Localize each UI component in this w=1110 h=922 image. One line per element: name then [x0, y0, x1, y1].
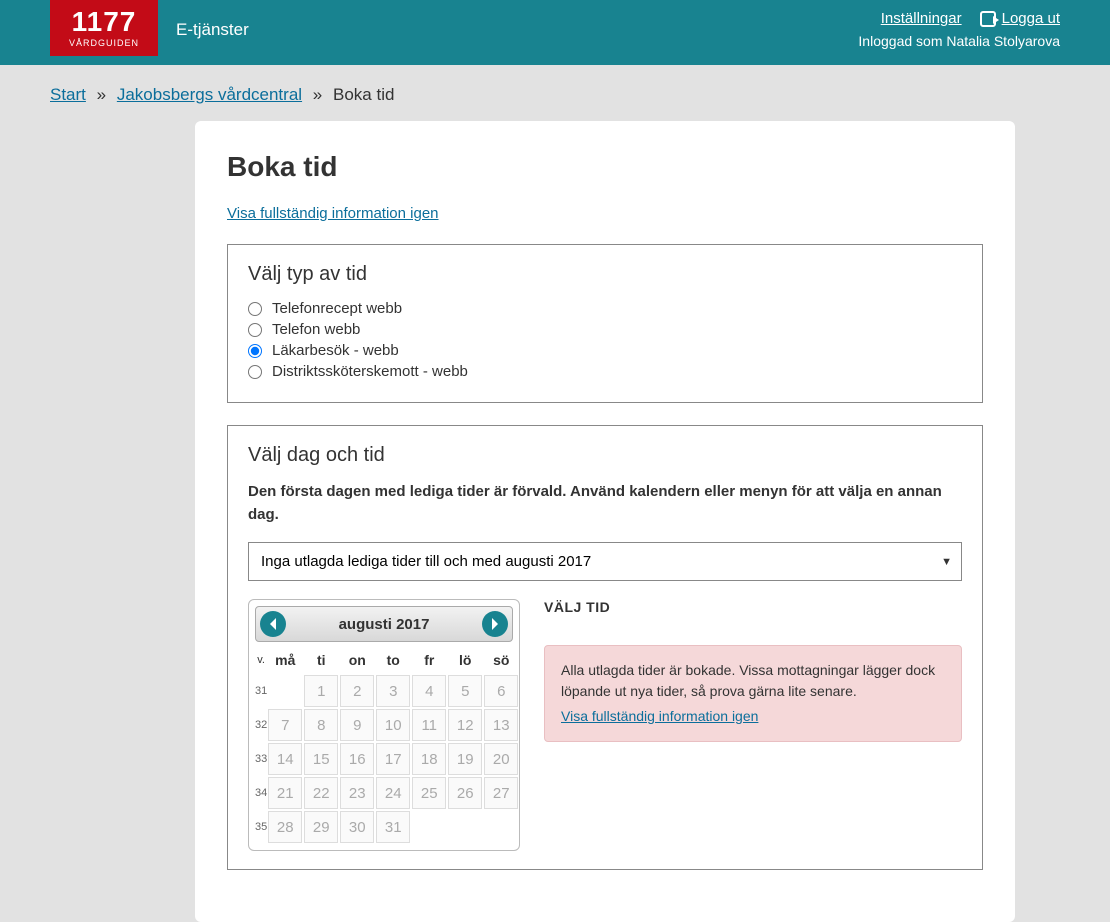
calendar-day[interactable]: 14	[268, 743, 302, 775]
calendar-week-number: 32	[255, 708, 267, 742]
calendar-day[interactable]: 6	[484, 675, 518, 707]
calendar-day	[484, 811, 518, 843]
calendar: augusti 2017 v.måtiontofrlösö 3112345632…	[248, 599, 520, 851]
show-full-info-link[interactable]: Visa fullständig information igen	[227, 205, 439, 222]
calendar-day[interactable]: 7	[268, 709, 302, 741]
settings-link[interactable]: Inställningar	[881, 10, 962, 27]
calendar-day[interactable]: 22	[304, 777, 338, 809]
appointment-type-radio[interactable]	[248, 302, 262, 316]
logout-icon	[980, 11, 996, 27]
calendar-day	[268, 675, 302, 707]
breadcrumb-center[interactable]: Jakobsbergs vårdcentral	[117, 85, 302, 104]
calendar-day[interactable]: 31	[376, 811, 410, 843]
appointment-type-radio[interactable]	[248, 323, 262, 337]
appointment-type-label[interactable]: Telefonrecept webb	[272, 300, 402, 317]
calendar-day[interactable]: 28	[268, 811, 302, 843]
calendar-day[interactable]: 3	[376, 675, 410, 707]
calendar-day-header: to	[375, 646, 411, 674]
calendar-day[interactable]: 26	[448, 777, 482, 809]
logo[interactable]: 1177 VÅRDGUIDEN	[50, 0, 158, 56]
daytime-box-title: Välj dag och tid	[248, 444, 962, 467]
calendar-day[interactable]: 12	[448, 709, 482, 741]
calendar-day[interactable]: 17	[376, 743, 410, 775]
calendar-day[interactable]: 20	[484, 743, 518, 775]
radio-row: Telefon webb	[248, 321, 962, 338]
daytime-box: Välj dag och tid Den första dagen med le…	[227, 425, 983, 870]
date-select[interactable]: Inga utlagda lediga tider till och med a…	[248, 542, 962, 581]
calendar-day[interactable]: 21	[268, 777, 302, 809]
calendar-prev-button[interactable]	[260, 611, 286, 637]
logo-number: 1177	[72, 8, 137, 36]
radio-row: Läkarbesök - webb	[248, 342, 962, 359]
calendar-week-header: v.	[255, 646, 267, 674]
alert-box: Alla utlagda tider är bokade. Vissa mott…	[544, 645, 962, 742]
calendar-day[interactable]: 9	[340, 709, 374, 741]
appointment-type-label[interactable]: Telefon webb	[272, 321, 360, 338]
type-box-title: Välj typ av tid	[248, 263, 962, 286]
alert-link[interactable]: Visa fullständig information igen	[561, 706, 758, 727]
calendar-week-number: 35	[255, 810, 267, 844]
logout-label[interactable]: Logga ut	[1002, 10, 1060, 27]
calendar-day-header: on	[339, 646, 375, 674]
calendar-next-button[interactable]	[482, 611, 508, 637]
calendar-day[interactable]: 23	[340, 777, 374, 809]
calendar-day[interactable]: 4	[412, 675, 446, 707]
breadcrumb-current: Boka tid	[333, 85, 394, 104]
calendar-day[interactable]: 11	[412, 709, 446, 741]
calendar-day[interactable]: 10	[376, 709, 410, 741]
calendar-day[interactable]: 16	[340, 743, 374, 775]
logged-in-text: Inloggad som Natalia Stolyarova	[858, 33, 1060, 49]
calendar-day	[448, 811, 482, 843]
calendar-day[interactable]: 13	[484, 709, 518, 741]
calendar-day-header: fr	[411, 646, 447, 674]
calendar-day	[412, 811, 446, 843]
calendar-day[interactable]: 5	[448, 675, 482, 707]
appointment-type-radio[interactable]	[248, 365, 262, 379]
main-card: Boka tid Visa fullständig information ig…	[195, 121, 1015, 922]
calendar-day[interactable]: 25	[412, 777, 446, 809]
calendar-day-header: ti	[303, 646, 339, 674]
daytime-instruction: Den första dagen med lediga tider är för…	[248, 481, 962, 526]
calendar-day[interactable]: 15	[304, 743, 338, 775]
calendar-day-header: sö	[483, 646, 519, 674]
breadcrumb-start[interactable]: Start	[50, 85, 86, 104]
calendar-week-number: 34	[255, 776, 267, 810]
calendar-month: augusti 2017	[339, 616, 430, 633]
radio-row: Distriktssköterskemott - webb	[248, 363, 962, 380]
appointment-type-label[interactable]: Distriktssköterskemott - webb	[272, 363, 468, 380]
type-box: Välj typ av tid Telefonrecept webb Telefo…	[227, 244, 983, 403]
breadcrumb: Start » Jakobsbergs vårdcentral » Boka t…	[50, 65, 1060, 121]
calendar-day-header: må	[267, 646, 303, 674]
calendar-day[interactable]: 18	[412, 743, 446, 775]
page-title: Boka tid	[227, 151, 983, 183]
calendar-day[interactable]: 29	[304, 811, 338, 843]
alert-text: Alla utlagda tider är bokade. Vissa mott…	[561, 662, 935, 699]
calendar-day[interactable]: 24	[376, 777, 410, 809]
calendar-day[interactable]: 2	[340, 675, 374, 707]
calendar-week-number: 33	[255, 742, 267, 776]
logout-link[interactable]: Logga ut	[980, 10, 1060, 27]
calendar-day[interactable]: 19	[448, 743, 482, 775]
calendar-day[interactable]: 30	[340, 811, 374, 843]
calendar-grid: v.måtiontofrlösö 31123456327891011121333…	[255, 646, 519, 844]
calendar-day[interactable]: 1	[304, 675, 338, 707]
appointment-type-radio[interactable]	[248, 344, 262, 358]
calendar-day[interactable]: 27	[484, 777, 518, 809]
calendar-week-number: 31	[255, 674, 267, 708]
calendar-day-header: lö	[447, 646, 483, 674]
logo-subtitle: VÅRDGUIDEN	[69, 38, 139, 48]
appointment-type-label[interactable]: Läkarbesök - webb	[272, 342, 399, 359]
radio-row: Telefonrecept webb	[248, 300, 962, 317]
header: 1177 VÅRDGUIDEN E-tjänster Inställningar…	[0, 0, 1110, 65]
header-title: E-tjänster	[176, 20, 249, 40]
calendar-day[interactable]: 8	[304, 709, 338, 741]
choose-time-title: VÄLJ TID	[544, 599, 962, 615]
